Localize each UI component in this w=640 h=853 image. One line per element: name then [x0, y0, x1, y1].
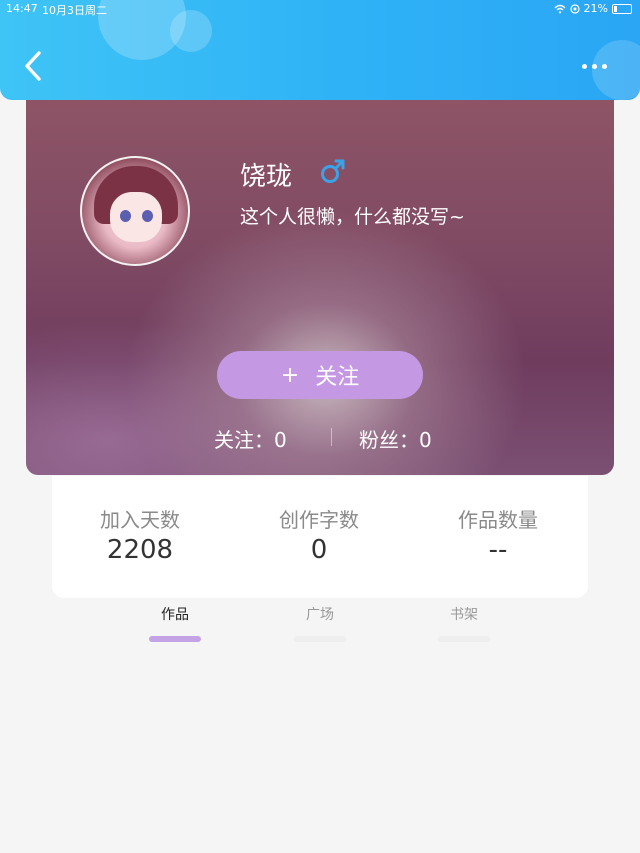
stat-value: 0: [310, 535, 328, 565]
follow-stats: 关注：0 粉丝：0: [26, 422, 614, 453]
tab-bookshelf[interactable]: 书架: [424, 604, 504, 642]
back-button[interactable]: [22, 50, 46, 82]
divider: [331, 428, 332, 446]
stat-label: 加入天数: [100, 508, 180, 532]
stat-value: --: [488, 535, 508, 565]
stat-word-count: 创作字数 0: [239, 508, 399, 566]
tab-works[interactable]: 作品: [135, 604, 215, 642]
top-nav-bar: 14:47 10月3日周二 21%: [0, 0, 640, 100]
status-time: 14:47: [6, 2, 38, 15]
more-dots-icon: [581, 63, 587, 69]
avatar[interactable]: [80, 156, 190, 266]
tab-indicator: [149, 636, 201, 642]
tab-label: 广场: [306, 607, 334, 623]
profile-card: 饶珑 这个人很懒，什么都没写~ + 关注 关注：0 粉丝：0: [26, 100, 614, 475]
tab-label: 作品: [161, 607, 189, 623]
stat-label: 创作字数: [279, 508, 359, 532]
user-name: 饶珑: [240, 162, 293, 192]
stat-label: 作品数量: [458, 508, 538, 532]
location-icon: [569, 3, 580, 14]
battery-percent: 21%: [583, 2, 608, 15]
more-button[interactable]: [576, 56, 612, 76]
tab-label: 书架: [450, 607, 478, 623]
stats-card: 加入天数 2208 创作字数 0 作品数量 --: [52, 476, 588, 598]
more-dots-icon: [601, 63, 607, 69]
plus-icon: +: [280, 362, 300, 388]
male-icon: [321, 159, 345, 183]
stat-value: 2208: [106, 535, 174, 565]
wifi-icon: [554, 4, 566, 13]
tab-indicator: [294, 636, 346, 642]
more-dots-icon: [591, 63, 597, 69]
follow-button[interactable]: + 关注: [217, 351, 423, 399]
tab-square[interactable]: 广场: [280, 604, 360, 642]
follow-button-label: 关注: [315, 365, 360, 390]
user-bio: 这个人很懒，什么都没写~: [240, 206, 465, 228]
chevron-left-icon: [25, 51, 41, 81]
status-date: 10月3日周二: [42, 4, 107, 17]
status-bar: 14:47 10月3日周二 21%: [0, 0, 640, 18]
tab-indicator: [438, 636, 490, 642]
status-indicators: 21%: [554, 2, 632, 15]
stat-join-days: 加入天数 2208: [60, 508, 220, 566]
fans-count[interactable]: 粉丝：0: [359, 424, 432, 453]
stat-works-count: 作品数量 --: [418, 508, 578, 566]
battery-icon: [612, 3, 632, 14]
following-count[interactable]: 关注：0: [214, 424, 287, 453]
